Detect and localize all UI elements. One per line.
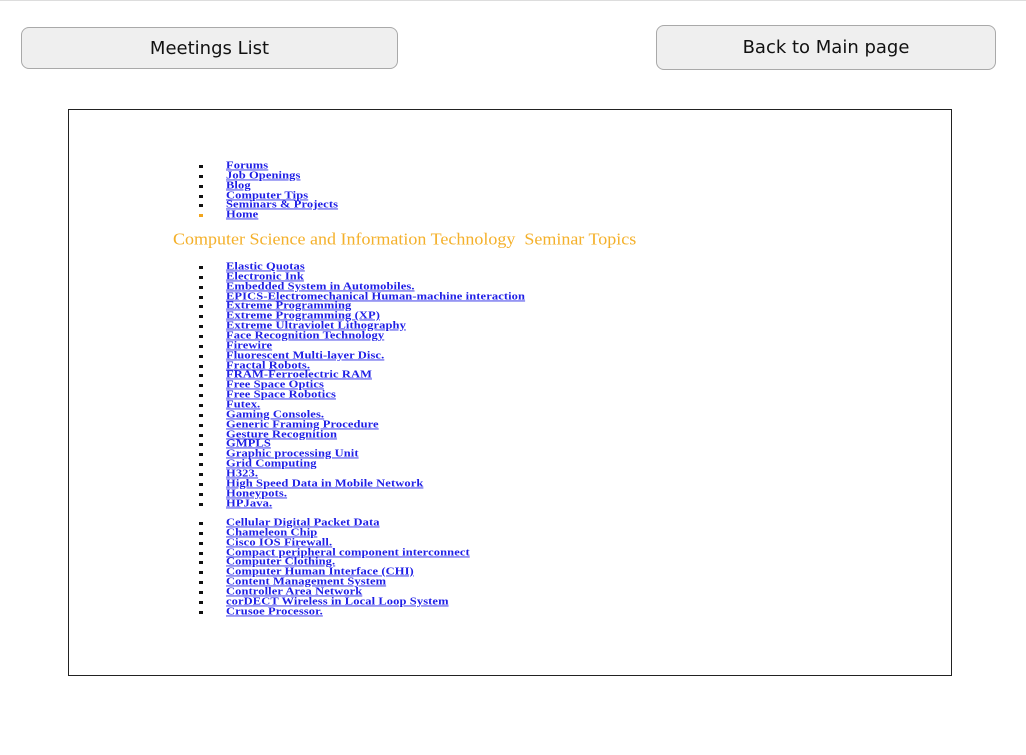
- bullet-icon: [199, 492, 203, 496]
- top-divider: [0, 0, 1026, 1]
- bullet-icon: [199, 344, 203, 348]
- nav-link-home[interactable]: Home: [226, 209, 258, 219]
- bullet-icon: [199, 531, 203, 535]
- bullet-icon: [199, 610, 203, 614]
- bullet-icon: [199, 591, 203, 595]
- bullet-icon: [199, 433, 203, 437]
- bullet-icon: [199, 443, 203, 447]
- bullet-icon: [199, 194, 203, 198]
- bullet-icon: [199, 204, 203, 208]
- bullet-icon: [199, 561, 203, 565]
- bullet-icon: [199, 581, 203, 585]
- list-item: Seminars & Projects: [69, 199, 338, 210]
- seminar-topics-heading: Computer Science and Information Technol…: [173, 229, 637, 249]
- list-item: Home: [69, 209, 338, 220]
- list-item: Free Space Robotics: [69, 389, 525, 400]
- topic-list-primary: Elastic Quotas Electronic Ink Embedded Sys…: [69, 261, 525, 509]
- bullet-icon: [199, 413, 203, 417]
- bullet-icon: [199, 473, 203, 477]
- bullet-icon: [199, 502, 203, 506]
- topic-link[interactable]: HPJava.: [226, 498, 272, 508]
- bullet-icon: [199, 463, 203, 467]
- topic-link[interactable]: Crusoe Processor.: [226, 606, 323, 616]
- bullet-icon: [199, 295, 203, 299]
- bullet-icon: [199, 394, 203, 398]
- back-to-main-button[interactable]: Back to Main page: [656, 25, 996, 70]
- bullet-icon: [199, 165, 203, 168]
- list-item: Crusoe Processor.: [69, 606, 470, 617]
- bullet-icon: [199, 275, 203, 279]
- bullet-icon: [199, 184, 203, 188]
- bullet-icon: [199, 423, 203, 427]
- list-item: Honeypots.: [69, 488, 525, 499]
- bullet-icon: [199, 404, 203, 408]
- bullet-icon: [199, 364, 203, 368]
- list-item: Grid Computing: [69, 458, 525, 469]
- list-item: High Speed Data in Mobile Network: [69, 478, 525, 489]
- bullet-icon: [199, 522, 203, 525]
- bullet-icon: [199, 571, 203, 575]
- bullet-icon: [199, 315, 203, 319]
- topic-list-secondary: Cellular Digital Packet Data Chameleon Ch…: [69, 517, 470, 617]
- bullet-icon: [199, 453, 203, 457]
- bullet-icon: [199, 354, 203, 358]
- bullet-icon: [199, 214, 203, 218]
- bullet-icon: [199, 384, 203, 388]
- bullet-icon: [199, 551, 203, 555]
- bullet-icon: [199, 600, 203, 604]
- bullet-icon: [199, 174, 203, 178]
- bullet-icon: [199, 325, 203, 329]
- bullet-icon: [199, 482, 203, 486]
- bullet-icon: [199, 335, 203, 339]
- bullet-icon: [199, 285, 203, 289]
- bullet-icon: [199, 266, 203, 269]
- embedded-page-frame: Forums Job Openings Blog Computer Tips Semin…: [68, 109, 952, 676]
- nav-link-list: Forums Job Openings Blog Computer Tips Semin…: [69, 160, 338, 220]
- list-item: Job Openings: [69, 170, 338, 181]
- bullet-icon: [199, 541, 203, 545]
- bullet-icon: [199, 305, 203, 309]
- meetings-list-button[interactable]: Meetings List: [21, 27, 398, 69]
- bullet-icon: [199, 374, 203, 378]
- list-item: Face Recognition Technology: [69, 330, 525, 341]
- list-item: HPJava.: [69, 498, 525, 509]
- list-item: Gesture Recognition: [69, 429, 525, 440]
